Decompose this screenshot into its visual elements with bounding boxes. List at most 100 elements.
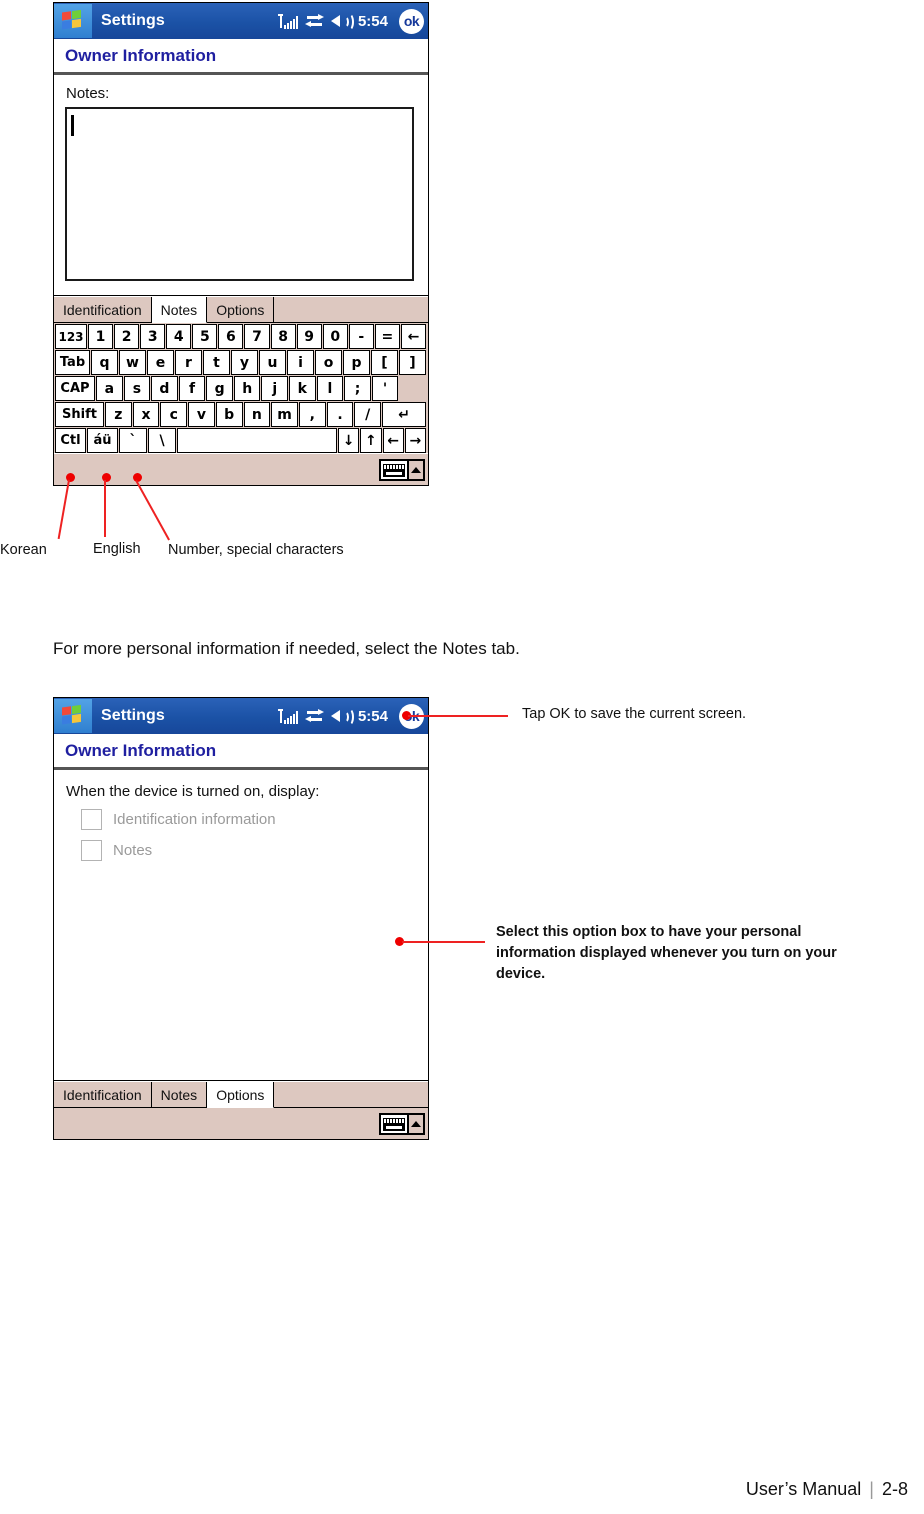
checkbox-identification[interactable] bbox=[81, 809, 102, 830]
key-7[interactable]: 7 bbox=[244, 324, 270, 349]
start-button-2[interactable] bbox=[54, 699, 92, 733]
ok-button[interactable]: ok bbox=[399, 8, 424, 34]
key-backspace-icon[interactable]: ← bbox=[400, 324, 427, 349]
tab-identification-2[interactable]: Identification bbox=[54, 1082, 152, 1108]
key-h[interactable]: h bbox=[233, 376, 261, 401]
key-accent[interactable]: áü bbox=[87, 428, 118, 453]
annotation-tap-ok: Tap OK to save the current screen. bbox=[522, 706, 747, 722]
tab-options[interactable]: Options bbox=[207, 297, 275, 323]
connectivity-icon[interactable] bbox=[304, 13, 324, 29]
annotation-option-box: Select this option box to have your pers… bbox=[496, 924, 837, 983]
leader-line-ok bbox=[408, 715, 508, 717]
leader-line-english bbox=[104, 480, 106, 537]
signal-icon-2[interactable] bbox=[277, 708, 298, 724]
key-f[interactable]: f bbox=[178, 376, 206, 401]
key-u[interactable]: u bbox=[259, 350, 286, 375]
key-3[interactable]: 3 bbox=[140, 324, 166, 349]
tab-options-2[interactable]: Options bbox=[207, 1082, 275, 1108]
key-l[interactable]: l bbox=[316, 376, 344, 401]
titlebar: Settings 5:54 ok bbox=[54, 3, 428, 39]
speaker-icon[interactable] bbox=[330, 13, 354, 31]
key-spacer bbox=[399, 376, 426, 401]
key-q[interactable]: q bbox=[91, 350, 118, 375]
key-b[interactable]: b bbox=[215, 402, 243, 427]
footer-manual-label: User’s Manual bbox=[745, 1479, 862, 1499]
key-bracket-right[interactable]: ] bbox=[399, 350, 426, 375]
key-123[interactable]: 123 bbox=[55, 324, 87, 349]
key-caps[interactable]: CAP bbox=[55, 376, 95, 401]
device-taskbar-2 bbox=[54, 1108, 428, 1139]
key-comma[interactable]: , bbox=[298, 402, 326, 427]
checkbox-notes[interactable] bbox=[81, 840, 102, 861]
key-g[interactable]: g bbox=[206, 376, 233, 401]
key-0[interactable]: 0 bbox=[322, 324, 348, 349]
instruction-text: For more personal information if needed,… bbox=[53, 639, 520, 658]
key-1[interactable]: 1 bbox=[88, 324, 114, 349]
clock-2[interactable]: 5:54 bbox=[358, 708, 388, 725]
signal-icon[interactable] bbox=[277, 13, 298, 29]
key-5[interactable]: 5 bbox=[192, 324, 218, 349]
key-c[interactable]: c bbox=[160, 402, 188, 427]
key-apostrophe[interactable]: ' bbox=[371, 376, 399, 401]
connectivity-icon-2[interactable] bbox=[304, 708, 324, 724]
key-ctl[interactable]: Ctl bbox=[55, 428, 86, 453]
key-arrow-down-icon[interactable]: ↓ bbox=[338, 428, 360, 453]
key-shift[interactable]: Shift bbox=[55, 402, 104, 427]
key-r[interactable]: r bbox=[175, 350, 202, 375]
key-n[interactable]: n bbox=[243, 402, 271, 427]
tab-notes[interactable]: Notes bbox=[151, 297, 208, 323]
tab-notes-2[interactable]: Notes bbox=[151, 1082, 208, 1108]
key-space[interactable] bbox=[177, 428, 337, 453]
checkbox-row-notes[interactable]: Notes bbox=[54, 835, 428, 866]
key-o[interactable]: o bbox=[315, 350, 342, 375]
key-minus[interactable]: - bbox=[348, 324, 374, 349]
callout-dot-english bbox=[102, 473, 111, 482]
key-backtick[interactable]: ` bbox=[119, 428, 147, 453]
key-m[interactable]: m bbox=[271, 402, 298, 427]
checkbox-row-identification[interactable]: Identification information bbox=[54, 804, 428, 835]
key-k[interactable]: k bbox=[289, 376, 316, 401]
key-arrow-up-icon[interactable]: ↑ bbox=[360, 428, 382, 453]
key-bracket-left[interactable]: [ bbox=[371, 350, 398, 375]
key-d[interactable]: d bbox=[151, 376, 178, 401]
key-equals[interactable]: = bbox=[374, 324, 400, 349]
key-arrow-left-icon[interactable]: ← bbox=[382, 428, 404, 453]
key-4[interactable]: 4 bbox=[166, 324, 192, 349]
key-e[interactable]: e bbox=[147, 350, 174, 375]
key-enter-icon[interactable]: ↵ bbox=[382, 402, 427, 427]
chevron-up-icon[interactable] bbox=[409, 459, 425, 481]
footer-separator: | bbox=[869, 1479, 874, 1499]
key-tab[interactable]: Tab bbox=[55, 350, 90, 375]
chevron-up-icon-2[interactable] bbox=[409, 1113, 425, 1135]
key-j[interactable]: j bbox=[261, 376, 289, 401]
start-button[interactable] bbox=[54, 4, 92, 38]
key-t[interactable]: t bbox=[203, 350, 230, 375]
key-slash[interactable]: / bbox=[354, 402, 382, 427]
key-i[interactable]: i bbox=[287, 350, 314, 375]
key-w[interactable]: w bbox=[119, 350, 146, 375]
key-arrow-right-icon[interactable]: → bbox=[404, 428, 426, 453]
key-x[interactable]: x bbox=[132, 402, 160, 427]
tab-identification[interactable]: Identification bbox=[54, 297, 152, 323]
device-screenshot-options-tab: Settings 5:54 ok Owner Information When … bbox=[53, 697, 429, 1140]
keyboard-icon[interactable] bbox=[379, 459, 409, 481]
key-backslash[interactable]: \ bbox=[148, 428, 176, 453]
key-semicolon[interactable]: ; bbox=[344, 376, 371, 401]
tab-bar-2: Identification Notes Options bbox=[54, 1080, 428, 1108]
key-z[interactable]: z bbox=[105, 402, 132, 427]
key-2[interactable]: 2 bbox=[114, 324, 140, 349]
speaker-icon-2[interactable] bbox=[330, 708, 354, 726]
key-p[interactable]: p bbox=[343, 350, 370, 375]
annotation-english: English bbox=[93, 541, 141, 557]
key-8[interactable]: 8 bbox=[270, 324, 296, 349]
key-a[interactable]: a bbox=[96, 376, 123, 401]
key-9[interactable]: 9 bbox=[296, 324, 322, 349]
clock[interactable]: 5:54 bbox=[358, 13, 388, 30]
key-v[interactable]: v bbox=[188, 402, 215, 427]
notes-input[interactable] bbox=[65, 107, 414, 281]
keyboard-icon-2[interactable] bbox=[379, 1113, 409, 1135]
key-y[interactable]: y bbox=[231, 350, 258, 375]
key-period[interactable]: . bbox=[326, 402, 354, 427]
key-6[interactable]: 6 bbox=[218, 324, 244, 349]
key-s[interactable]: s bbox=[123, 376, 151, 401]
